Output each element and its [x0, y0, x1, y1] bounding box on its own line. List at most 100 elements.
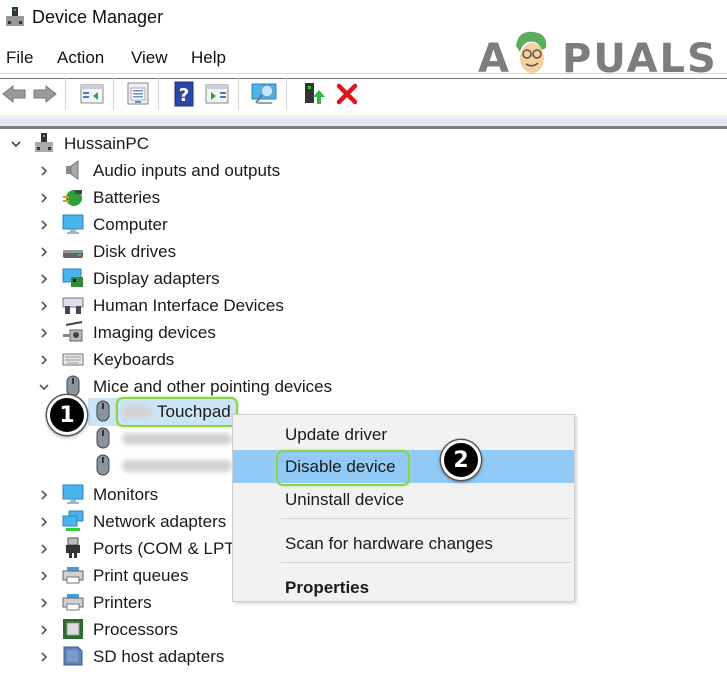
chevron-right-icon[interactable]: [37, 488, 51, 502]
tree-root-node[interactable]: HussainPC: [0, 130, 300, 157]
context-menu: Update driver Disable device Uninstall d…: [232, 414, 575, 602]
tree-category-disk-drives[interactable]: Disk drives: [0, 238, 330, 265]
menu-bar: File Action View Help: [0, 44, 727, 72]
menu-separator: [281, 562, 571, 563]
menu-scan-hardware-label: Scan for hardware changes: [285, 534, 493, 553]
step-1-badge: 1: [47, 395, 87, 435]
step-2-badge: 2: [441, 440, 481, 480]
chevron-right-icon[interactable]: [37, 245, 51, 259]
chevron-right-icon[interactable]: [37, 353, 51, 367]
mouse-icon: [96, 400, 110, 422]
window-title: Device Manager: [32, 7, 164, 27]
arrow-right-icon: [33, 84, 57, 104]
tree-category-computer[interactable]: Computer: [0, 211, 330, 238]
chevron-right-icon[interactable]: [37, 569, 51, 583]
menu-separator: [281, 518, 571, 519]
port-icon: [66, 537, 80, 558]
toolbar-separator: [286, 78, 287, 110]
menu-action[interactable]: Action: [57, 48, 104, 68]
menu-update-driver-label: Update driver: [285, 425, 388, 444]
properties-sheet-icon: [127, 82, 149, 105]
chevron-down-icon[interactable]: [9, 137, 23, 151]
highlight-disable-device: [276, 450, 410, 486]
hid-icon: [62, 297, 84, 314]
tree-category-keyboards[interactable]: Keyboards: [0, 346, 330, 373]
chevron-right-icon[interactable]: [37, 542, 51, 556]
disk-drive-icon: [63, 250, 83, 258]
chevron-right-icon[interactable]: [37, 164, 51, 178]
tree-category-label: Network adapters: [93, 512, 227, 531]
help-button[interactable]: ?: [170, 80, 198, 108]
mouse-icon: [96, 454, 110, 476]
sd-card-icon: [63, 646, 83, 666]
tree-category-human-interface-devices[interactable]: Human Interface Devices: [0, 292, 330, 319]
chevron-right-icon[interactable]: [37, 596, 51, 610]
chevron-right-icon[interactable]: [37, 515, 51, 529]
chevron-right-icon[interactable]: [37, 623, 51, 637]
chevron-right-icon[interactable]: [37, 191, 51, 205]
tree-category-label: Processors: [93, 620, 179, 639]
uninstall-button[interactable]: [333, 80, 361, 108]
menu-properties-label: Properties: [285, 578, 370, 597]
printer-icon: [62, 567, 84, 584]
arrow-left-icon: [2, 84, 26, 104]
monitor-icon: [62, 484, 84, 504]
tree-category-display-adapters[interactable]: Display adapters: [0, 265, 330, 292]
tree-root-label: HussainPC: [64, 134, 150, 153]
chevron-down-icon[interactable]: [37, 380, 51, 394]
computer-root-icon: [35, 133, 53, 152]
show-action-pane-button[interactable]: [203, 80, 231, 108]
device-manager-icon: [6, 7, 24, 26]
menu-uninstall-device[interactable]: Uninstall device: [233, 483, 574, 516]
back-button[interactable]: [0, 80, 28, 108]
update-driver-icon: [305, 83, 325, 104]
menu-update-driver[interactable]: Update driver: [233, 418, 574, 451]
device-mouse-3[interactable]: [88, 452, 236, 479]
pane-header-band: [0, 115, 727, 129]
properties-button[interactable]: [124, 80, 152, 108]
tree-category-batteries[interactable]: Batteries: [0, 184, 330, 211]
console-tree-icon: [80, 84, 104, 104]
mouse-icon: [96, 427, 110, 449]
toolbar-separator: [238, 78, 239, 110]
chevron-right-icon[interactable]: [37, 326, 51, 340]
camera-icon: [63, 321, 83, 342]
tree-category-label: Ports (COM & LPT): [93, 539, 241, 558]
keyboard-icon: [62, 353, 84, 366]
speaker-icon: [66, 160, 79, 180]
chevron-right-icon[interactable]: [37, 272, 51, 286]
tree-category-processors[interactable]: Processors: [0, 616, 330, 643]
menu-view[interactable]: View: [131, 48, 168, 68]
action-pane-icon: [205, 84, 229, 104]
tree-category-audio-inputs-and-outputs[interactable]: Audio inputs and outputs: [0, 157, 330, 184]
chevron-right-icon[interactable]: [37, 650, 51, 664]
chevron-right-icon[interactable]: [37, 218, 51, 232]
scan-hardware-button[interactable]: [250, 80, 278, 108]
mouse-icon: [66, 375, 80, 397]
toolbar: ?: [0, 73, 727, 116]
svg-text:?: ?: [179, 85, 189, 106]
tree-category-label: Monitors: [93, 485, 159, 504]
chevron-right-icon[interactable]: [37, 299, 51, 313]
network-adapter-icon: [62, 510, 84, 531]
battery-icon: [63, 190, 82, 206]
tree-category-imaging-devices[interactable]: Imaging devices: [0, 319, 330, 346]
menu-help[interactable]: Help: [191, 48, 226, 68]
tree-category-mice-and-other-pointing-devices[interactable]: Mice and other pointing devices: [0, 373, 333, 400]
toolbar-separator: [113, 78, 114, 110]
tree-category-label: Human Interface Devices: [93, 296, 284, 315]
menu-scan-hardware[interactable]: Scan for hardware changes: [233, 527, 574, 560]
tree-category-label: Print queues: [93, 566, 189, 585]
tree-category-label: Batteries: [93, 188, 161, 207]
show-hide-console-tree-button[interactable]: [78, 80, 106, 108]
menu-file[interactable]: File: [6, 48, 33, 68]
scan-monitor-icon: [251, 83, 277, 104]
device-mouse-2[interactable]: [88, 425, 236, 452]
menu-properties[interactable]: Properties: [233, 571, 574, 604]
forward-button[interactable]: [31, 80, 59, 108]
update-driver-button[interactable]: [300, 80, 328, 108]
tree-category-label: Computer: [93, 215, 168, 234]
tree-category-sd-host-adapters[interactable]: SD host adapters: [0, 643, 330, 670]
tree-category-label: Mice and other pointing devices: [93, 377, 333, 396]
toolbar-separator: [158, 78, 159, 110]
